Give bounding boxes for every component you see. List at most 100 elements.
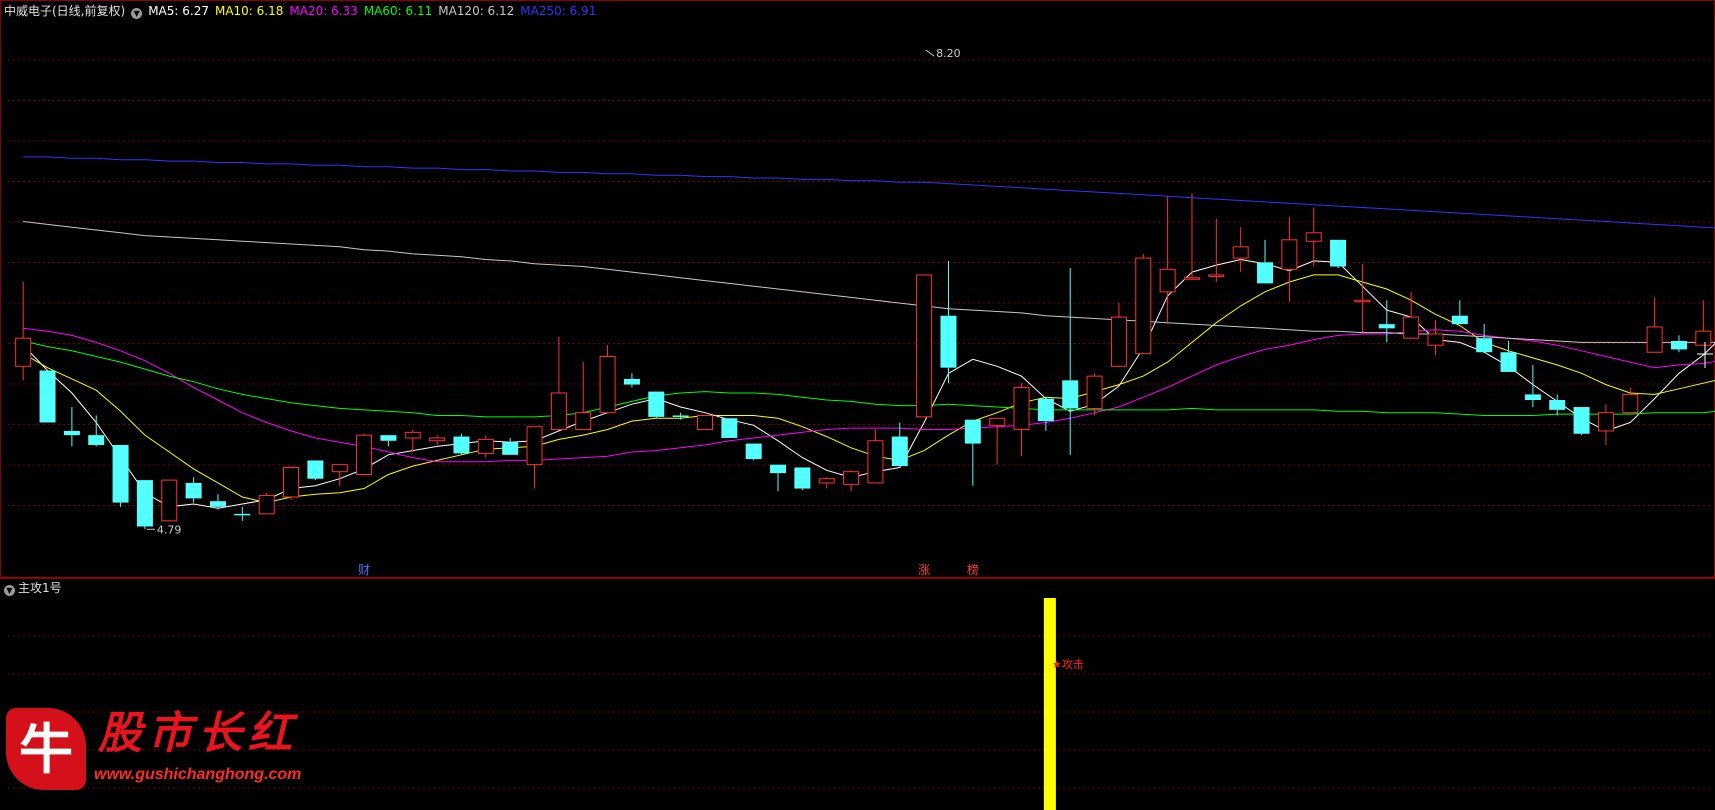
candle-body: [550, 392, 567, 431]
candle: [648, 391, 665, 419]
candle-body: [404, 431, 421, 439]
candle-body: [380, 435, 397, 441]
candle: [916, 274, 933, 418]
candle-body: [1524, 394, 1541, 401]
candle: [526, 426, 543, 489]
candle: [380, 435, 397, 447]
candle: [599, 345, 616, 414]
candle: [940, 260, 957, 384]
candle-body: [1646, 326, 1663, 353]
event-marker: 涨: [918, 562, 930, 577]
ma-label-1: MA10: 6.18: [214, 4, 284, 18]
candle: [1257, 239, 1274, 284]
candle-body: [818, 478, 835, 484]
candles: [15, 193, 1712, 530]
candle-body: [1062, 380, 1079, 409]
candle: [1305, 207, 1322, 267]
candle: [234, 506, 251, 521]
indicator-panel: ★ 攻击: [1043, 598, 1084, 810]
candle: [1062, 267, 1079, 455]
candle: [1427, 319, 1444, 356]
candle: [964, 419, 981, 486]
candle: [891, 422, 908, 467]
candle: [843, 470, 860, 492]
candle-body: [112, 444, 129, 503]
candle: [258, 492, 275, 515]
attack-signal-label: 攻击: [1062, 657, 1084, 671]
candle-body: [1037, 398, 1054, 422]
candle-body: [843, 471, 860, 485]
candle: [161, 479, 178, 522]
candle: [1403, 291, 1420, 339]
price-annotation-low: 4.79: [157, 523, 182, 536]
candle-body: [770, 464, 787, 474]
candle: [331, 464, 348, 486]
ma-line-ma250: [23, 156, 1715, 229]
candle: [429, 435, 446, 445]
annotation-arrow: [925, 49, 935, 57]
candle-body: [356, 434, 373, 475]
candle: [1476, 324, 1493, 353]
candle-body: [1573, 407, 1590, 434]
candle-body: [429, 437, 446, 442]
candle: [867, 429, 884, 484]
candle-body: [648, 391, 665, 417]
candle: [623, 373, 640, 388]
event-marker: 榜: [967, 562, 979, 577]
ma-label-4: MA120: 6.12: [438, 4, 515, 18]
candle-body: [1427, 333, 1444, 346]
candle-body: [234, 513, 251, 516]
ma-label-3: MA60: 6.11: [363, 4, 433, 18]
candlestick-chart[interactable]: 8.20 4.79 财 涨 榜 ★ 攻击: [0, 0, 1715, 810]
candle: [818, 477, 835, 489]
chevron-down-icon[interactable]: ▼: [4, 585, 15, 596]
candle: [1330, 239, 1347, 268]
candle-body: [1013, 386, 1030, 431]
candle-body: [477, 438, 494, 454]
candle: [404, 429, 421, 453]
indicator-panel-header: ▼ 主攻1号: [4, 580, 62, 596]
candle-body: [1183, 277, 1200, 280]
ma-label-5: MA250: 6.91: [520, 4, 597, 18]
ma-line-ma120: [23, 221, 1715, 343]
candle: [1135, 253, 1152, 355]
price-annotation-high: 8.20: [936, 47, 961, 60]
candle-body: [672, 415, 689, 417]
candle: [1159, 196, 1176, 325]
candle-body: [1354, 299, 1371, 303]
chevron-down-icon[interactable]: ▼: [131, 8, 143, 19]
candle-body: [1476, 338, 1493, 353]
candle: [1597, 404, 1614, 445]
candle: [1281, 217, 1298, 302]
event-marker: 财: [358, 563, 370, 577]
candle-body: [1135, 257, 1152, 355]
candle: [185, 477, 202, 503]
candle-body: [940, 315, 957, 368]
candle-body: [1378, 324, 1395, 329]
candle-body: [1086, 375, 1103, 409]
candle: [1232, 227, 1249, 273]
main-chart-header: 中威电子(日线,前复权) ▼ MA5: 6.27 MA10: 6.18 MA20: 6.…: [4, 3, 608, 19]
grid-lines: [0, 0, 1715, 789]
candle: [1451, 300, 1468, 325]
candle: [1378, 300, 1395, 343]
candle-body: [209, 501, 226, 507]
candle: [477, 435, 494, 458]
ma-label-2: MA20: 6.33: [289, 4, 358, 18]
candle-body: [916, 274, 933, 418]
candle: [356, 433, 373, 475]
star-icon: ★: [1052, 658, 1062, 671]
candle: [1037, 398, 1054, 431]
candle-body: [136, 480, 153, 527]
candle-body: [1549, 400, 1566, 410]
candle-body: [1257, 262, 1274, 284]
candle-body: [696, 414, 713, 431]
candle-body: [1305, 232, 1322, 242]
candle-body: [1500, 352, 1517, 372]
candle: [1208, 218, 1225, 282]
candle-body: [307, 460, 324, 479]
candle: [1695, 300, 1712, 346]
candle: [989, 417, 1006, 465]
candle: [770, 464, 787, 492]
candle: [1524, 364, 1541, 408]
